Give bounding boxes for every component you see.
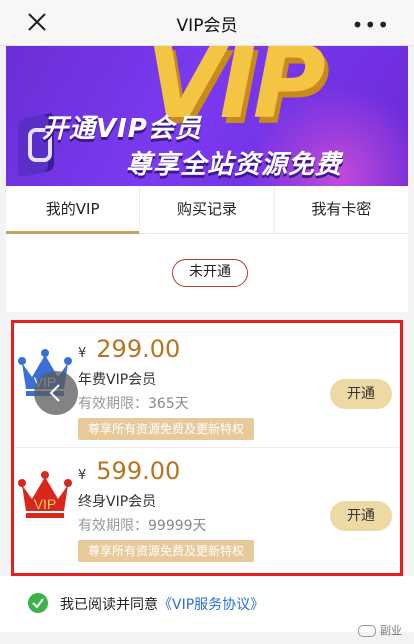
agreement-text: 我已阅读并同意《VIP服务协议》 bbox=[60, 594, 264, 614]
service-agreement-link[interactable]: 《VIP服务协议》 bbox=[158, 597, 264, 613]
validity-value: 365天 bbox=[148, 396, 189, 412]
validity-value: 99999天 bbox=[148, 518, 207, 534]
validity-label: 有效期限： bbox=[78, 518, 148, 534]
open-lifetime-button[interactable]: 开通 bbox=[330, 501, 392, 531]
plan-card-lifetime: VIP ¥599.00 终身VIP会员 有效期限：99999天 尊享所有资源免费… bbox=[14, 449, 400, 569]
banner-line2: 尊享全站资源免费 bbox=[126, 150, 343, 180]
plan-benefit-badge: 尊享所有资源免费及更新特权 bbox=[78, 418, 255, 440]
vip-banner: VIP 开通VIP会员 尊享全站资源免费 bbox=[6, 46, 408, 186]
price-value: 299.00 bbox=[96, 335, 181, 363]
crown-label: VIP bbox=[34, 496, 57, 512]
tab-card-key[interactable]: 我有卡密 bbox=[275, 186, 408, 233]
plan-validity: 有效期限：99999天 bbox=[78, 515, 207, 535]
currency-symbol: ¥ bbox=[78, 468, 87, 483]
plan-name: 年费VIP会员 bbox=[78, 372, 157, 388]
currency-symbol: ¥ bbox=[78, 346, 87, 361]
agreement-checkbox[interactable] bbox=[28, 593, 48, 613]
plan-card-annual: VIP ¥299.00 年费VIP会员 有效期限：365天 尊享所有资源免费及更… bbox=[14, 327, 400, 448]
tab-bar: 我的VIP 购买记录 我有卡密 bbox=[6, 186, 408, 234]
open-annual-button[interactable]: 开通 bbox=[330, 379, 392, 409]
plan-price: ¥599.00 bbox=[78, 457, 180, 485]
watermark: 副业 bbox=[358, 622, 402, 638]
top-bar: VIP会员 ••• bbox=[0, 0, 414, 46]
chevron-left-icon bbox=[49, 384, 60, 402]
plan-benefit-badge: 尊享所有资源免费及更新特权 bbox=[78, 540, 255, 562]
price-value: 599.00 bbox=[96, 457, 181, 485]
banner-line1: 开通VIP会员 bbox=[42, 114, 202, 144]
wechat-icon bbox=[358, 625, 376, 637]
agreement-row: 我已阅读并同意《VIP服务协议》 bbox=[0, 576, 414, 632]
more-icon[interactable]: ••• bbox=[352, 13, 390, 37]
plan-list: VIP ¥299.00 年费VIP会员 有效期限：365天 尊享所有资源免费及更… bbox=[11, 320, 403, 576]
crown-icon: VIP bbox=[18, 471, 72, 518]
floating-back-button[interactable] bbox=[34, 371, 78, 415]
tab-purchase-records[interactable]: 购买记录 bbox=[140, 186, 275, 233]
agreement-label: 我已阅读并同意 bbox=[60, 597, 158, 613]
check-icon bbox=[32, 598, 44, 609]
status-section: 未开通 bbox=[6, 234, 408, 312]
status-badge: 未开通 bbox=[172, 259, 248, 287]
plan-name: 终身VIP会员 bbox=[78, 494, 157, 510]
tab-my-vip[interactable]: 我的VIP bbox=[6, 186, 141, 234]
plan-validity: 有效期限：365天 bbox=[78, 393, 189, 413]
validity-label: 有效期限： bbox=[78, 396, 148, 412]
plan-price: ¥299.00 bbox=[78, 335, 180, 363]
watermark-text: 副业 bbox=[380, 624, 402, 637]
